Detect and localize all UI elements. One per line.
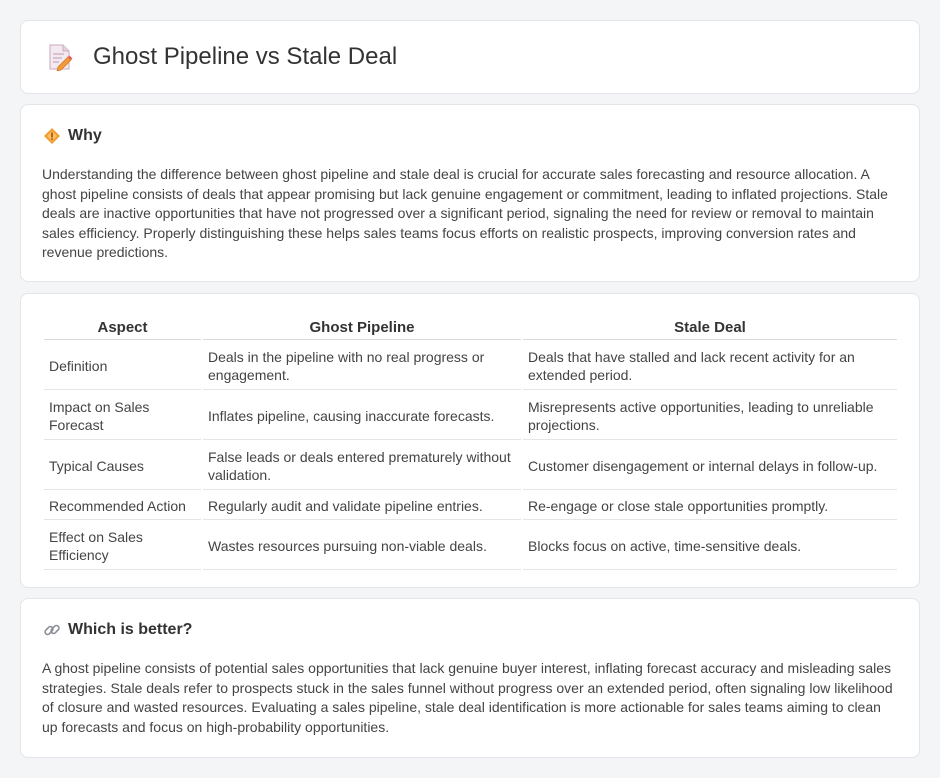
aspect-cell: Recommended Action [44,492,201,520]
aspect-cell: Effect on Sales Efficiency [44,522,201,570]
column-header-aspect: Aspect [44,316,201,340]
better-paragraph: A ghost pipeline consists of potential s… [42,660,893,735]
column-header-ghost-pipeline: Ghost Pipeline [203,316,521,340]
header-card: Ghost Pipeline vs Stale Deal [20,20,920,94]
why-heading: Why [68,127,102,144]
table-row: Typical Causes False leads or deals ente… [44,442,897,490]
better-heading-row: Which is better? [43,621,192,639]
page-title: Ghost Pipeline vs Stale Deal [93,43,398,70]
why-paragraph: Understanding the difference between gho… [42,166,888,261]
which-is-better-section: Which is better? A ghost pipeline consis… [20,598,920,758]
table-row: Recommended Action Regularly audit and v… [44,492,897,520]
ghost-pipeline-cell: Deals in the pipeline with no real progr… [203,342,521,390]
diamond-warning-icon [44,128,60,144]
table-row: Definition Deals in the pipeline with no… [44,342,897,390]
comparison-section: Aspect Ghost Pipeline Stale Deal Definit… [20,293,920,588]
why-heading-row: Why [43,127,102,145]
link-icon [44,624,60,636]
document-pencil-icon [49,44,73,71]
aspect-cell: Typical Causes [44,442,201,490]
header-row: Ghost Pipeline vs Stale Deal [47,43,397,71]
stale-deal-cell: Re-engage or close stale opportunities p… [523,492,897,520]
column-header-stale-deal: Stale Deal [523,316,897,340]
ghost-pipeline-cell: Wastes resources pursuing non-viable dea… [203,522,521,570]
ghost-pipeline-cell: False leads or deals entered prematurely… [203,442,521,490]
table-row: Impact on Sales Forecast Inflates pipeli… [44,392,897,440]
why-section: Why Understanding the difference between… [20,104,920,282]
table-row: Effect on Sales Efficiency Wastes resour… [44,522,897,570]
aspect-cell: Impact on Sales Forecast [44,392,201,440]
better-heading: Which is better? [68,621,193,638]
stale-deal-cell: Misrepresents active opportunities, lead… [523,392,897,440]
ghost-pipeline-cell: Regularly audit and validate pipeline en… [203,492,521,520]
table-header-row: Aspect Ghost Pipeline Stale Deal [44,316,897,340]
ghost-pipeline-cell: Inflates pipeline, causing inaccurate fo… [203,392,521,440]
aspect-cell: Definition [44,342,201,390]
stale-deal-cell: Customer disengagement or internal delay… [523,442,897,490]
stale-deal-cell: Deals that have stalled and lack recent … [523,342,897,390]
stale-deal-cell: Blocks focus on active, time-sensitive d… [523,522,897,570]
comparison-table: Aspect Ghost Pipeline Stale Deal Definit… [42,314,899,572]
